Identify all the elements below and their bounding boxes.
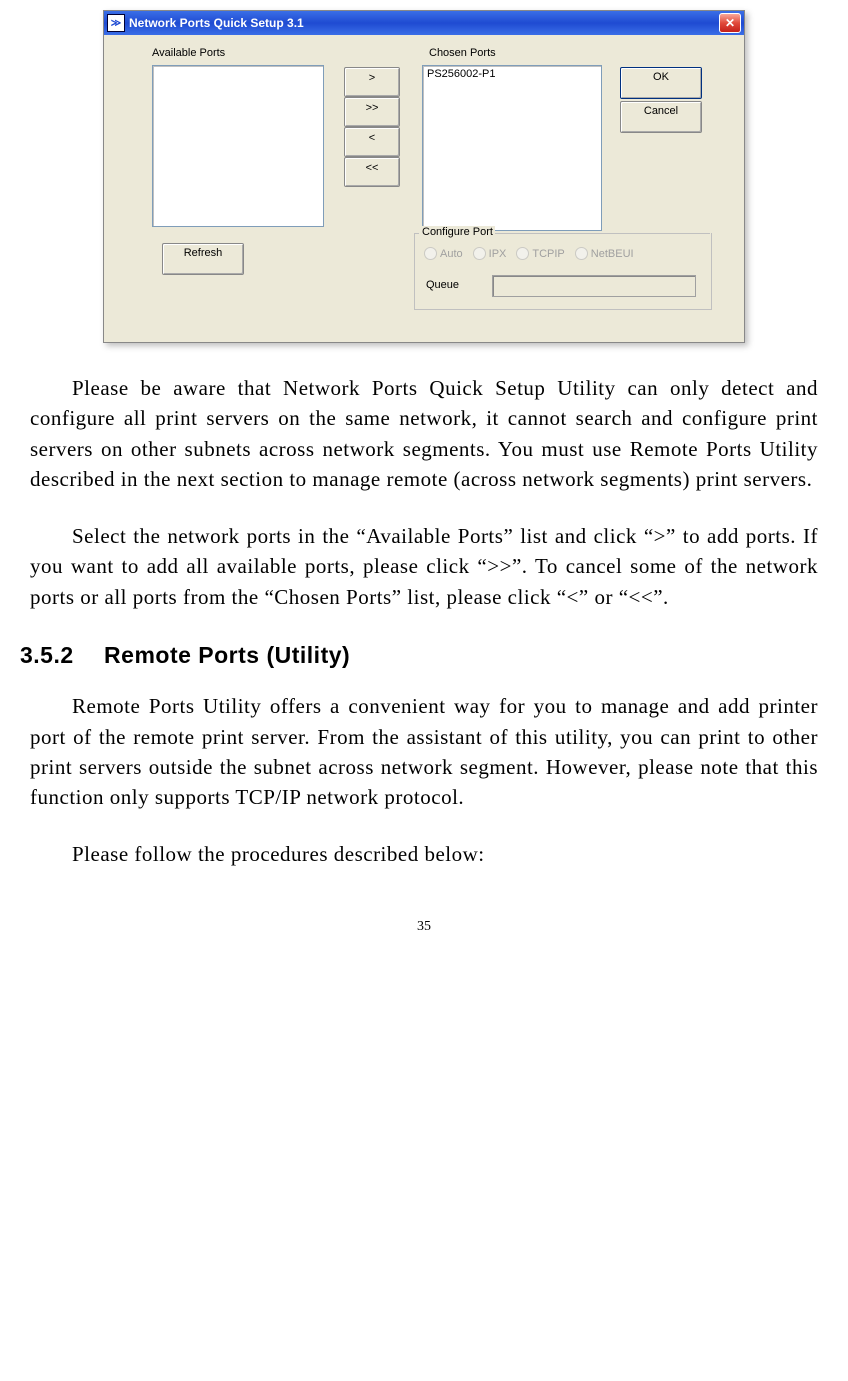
page-number: 35: [20, 919, 828, 935]
refresh-button[interactable]: Refresh: [162, 243, 244, 275]
protocol-radio-row: Auto IPX TCPIP NetBEUI: [424, 247, 634, 260]
paragraph-2: Select the network ports in the “Availab…: [30, 521, 818, 612]
available-ports-label: Available Ports: [152, 47, 225, 59]
list-item[interactable]: PS256002-P1: [427, 68, 597, 80]
ok-button[interactable]: OK: [620, 67, 702, 99]
window-title: Network Ports Quick Setup 3.1: [129, 16, 719, 30]
radio-tcpip[interactable]: TCPIP: [516, 247, 564, 260]
paragraph-3: Remote Ports Utility offers a convenient…: [30, 691, 818, 813]
add-one-button[interactable]: >: [344, 67, 400, 97]
app-icon: ≫: [107, 14, 125, 32]
titlebar: ≫ Network Ports Quick Setup 3.1 ✕: [104, 11, 744, 35]
dialog-body: Available Ports Chosen Ports PS256002-P1…: [104, 35, 744, 342]
paragraph-4: Please follow the procedures described b…: [30, 839, 818, 869]
queue-input[interactable]: [492, 275, 696, 297]
paragraph-1: Please be aware that Network Ports Quick…: [30, 373, 818, 495]
chosen-ports-listbox[interactable]: PS256002-P1: [422, 65, 602, 231]
cancel-button[interactable]: Cancel: [620, 101, 702, 133]
add-all-button[interactable]: >>: [344, 97, 400, 127]
configure-port-label: Configure Port: [420, 226, 495, 238]
radio-netbeui[interactable]: NetBEUI: [575, 247, 634, 260]
radio-ipx[interactable]: IPX: [473, 247, 507, 260]
close-icon[interactable]: ✕: [719, 13, 741, 33]
radio-auto[interactable]: Auto: [424, 247, 463, 260]
section-heading: 3.5.2 Remote Ports (Utility): [20, 642, 818, 669]
chosen-ports-label: Chosen Ports: [429, 47, 496, 59]
dialog-window: ≫ Network Ports Quick Setup 3.1 ✕ Availa…: [103, 10, 745, 343]
queue-label: Queue: [426, 279, 459, 291]
remove-one-button[interactable]: <: [344, 127, 400, 157]
available-ports-listbox[interactable]: [152, 65, 324, 227]
configure-port-group: [414, 233, 712, 310]
remove-all-button[interactable]: <<: [344, 157, 400, 187]
